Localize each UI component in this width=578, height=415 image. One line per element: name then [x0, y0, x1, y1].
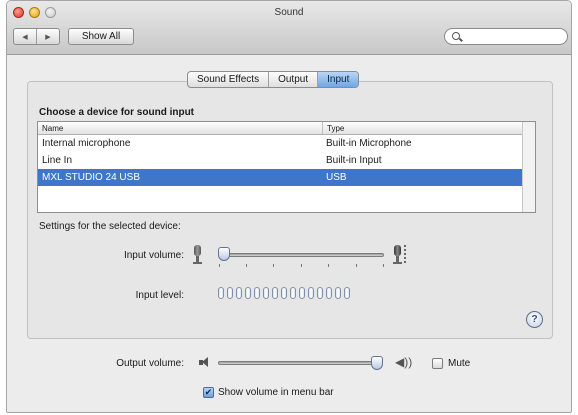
mute-label: Mute [448, 358, 471, 369]
search-input[interactable] [444, 28, 568, 45]
column-header-type[interactable]: Type [322, 122, 510, 134]
table-row[interactable]: Internal microphone Built-in Microphone [38, 135, 535, 152]
device-name: MXL STUDIO 24 USB [42, 172, 140, 183]
level-segment [254, 287, 260, 299]
level-segment [218, 287, 224, 299]
speaker-high-icon: ◀)) [395, 355, 413, 369]
tab-output[interactable]: Output [268, 72, 317, 87]
device-section-title: Choose a device for sound input [39, 107, 195, 118]
table-header: Name Type [38, 122, 535, 135]
table-row-selected[interactable]: MXL STUDIO 24 USB USB [38, 169, 535, 186]
back-button[interactable]: ◀ [14, 29, 36, 44]
input-volume-ticks [219, 264, 384, 268]
level-segment [263, 287, 269, 299]
device-type: USB [326, 172, 347, 183]
output-volume-knob[interactable] [371, 356, 383, 370]
level-segment [308, 287, 314, 299]
tab-input[interactable]: Input [317, 72, 359, 87]
tab-bar: Sound Effects Output Input [187, 71, 360, 88]
show-volume-checkbox[interactable]: ✔ [203, 387, 214, 398]
tab-sound-effects[interactable]: Sound Effects [188, 72, 268, 87]
device-type: Built-in Microphone [326, 138, 412, 149]
output-volume-slider[interactable] [218, 361, 378, 365]
microphone-high-icon [393, 245, 402, 265]
microphone-low-icon [193, 245, 202, 265]
device-name: Line In [42, 155, 73, 166]
device-type: Built-in Input [326, 155, 382, 166]
input-device-table[interactable]: Name Type Internal microphone Built-in M… [37, 121, 536, 213]
level-segment [245, 287, 251, 299]
speaker-low-icon [199, 356, 209, 369]
level-segment [335, 287, 341, 299]
device-name: Internal microphone [42, 138, 131, 149]
forward-button[interactable]: ▶ [36, 29, 59, 44]
level-segment [290, 287, 296, 299]
level-segment [236, 287, 242, 299]
level-segment [326, 287, 332, 299]
level-segment [281, 287, 287, 299]
level-segment [344, 287, 350, 299]
mute-checkbox[interactable] [432, 358, 443, 369]
show-volume-label: Show volume in menu bar [218, 387, 334, 398]
microphone-waves-icon [404, 245, 410, 263]
search-icon [452, 32, 460, 40]
input-volume-knob[interactable] [218, 247, 230, 261]
input-volume-slider[interactable] [219, 253, 384, 257]
column-header-name[interactable]: Name [38, 122, 322, 134]
output-volume-label: Output volume: [116, 358, 184, 369]
settings-heading: Settings for the selected device: [39, 221, 181, 232]
input-level-label: Input level: [135, 290, 184, 301]
help-button[interactable]: ? [526, 311, 543, 328]
input-volume-label: Input volume: [123, 250, 184, 261]
input-level-meter [218, 287, 350, 299]
show-all-button[interactable]: Show All [68, 28, 134, 45]
level-segment [299, 287, 305, 299]
table-scrollbar[interactable] [522, 122, 535, 212]
table-row[interactable]: Line In Built-in Input [38, 152, 535, 169]
level-segment [227, 287, 233, 299]
level-segment [272, 287, 278, 299]
window-title: Sound [274, 7, 304, 18]
titlebar: Sound ◀ ▶ Show All [7, 1, 571, 55]
back-forward-group: ◀ ▶ [13, 28, 60, 45]
level-segment [317, 287, 323, 299]
